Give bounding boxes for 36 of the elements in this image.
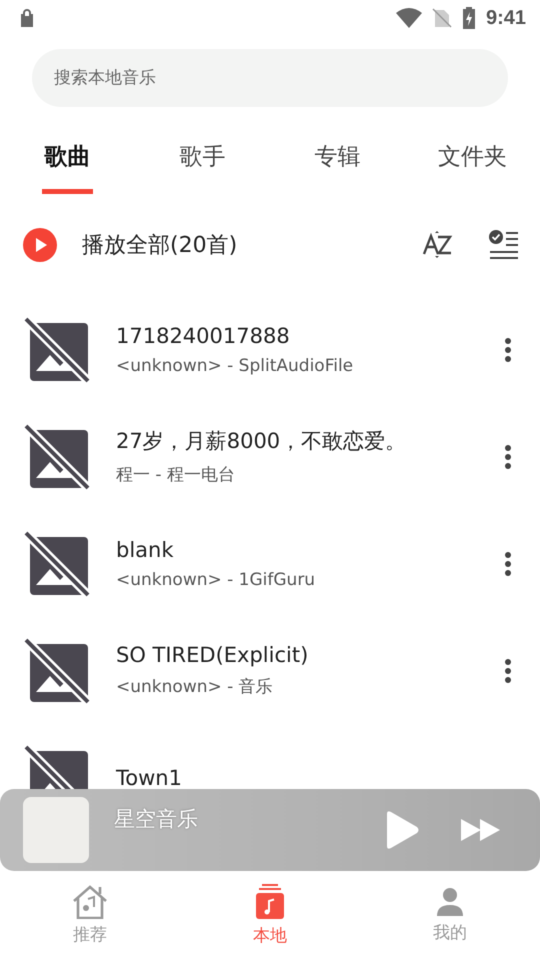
now-playing-title: 星空音乐: [114, 806, 199, 833]
song-title[interactable]: 1718240017888: [116, 324, 504, 348]
no-image-icon: [24, 530, 90, 596]
song-artist: <unknown> - 音乐: [116, 676, 274, 698]
song-title[interactable]: SO TIRED(Explicit): [116, 643, 504, 667]
battery-icon: [462, 7, 476, 29]
music-folder-icon: [255, 884, 285, 920]
no-image-icon: [24, 424, 90, 490]
more-icon[interactable]: [504, 658, 512, 684]
song-artist: <unknown> - SplitAudioFile: [116, 356, 354, 376]
song-title[interactable]: blank: [116, 538, 504, 562]
multi-select-icon[interactable]: [488, 229, 520, 261]
wifi-icon: [396, 8, 422, 28]
sort-icon[interactable]: [422, 230, 454, 260]
clock-time: 9:41: [486, 6, 526, 30]
album-cover: [23, 797, 89, 863]
search-field[interactable]: 搜索本地音乐: [32, 49, 508, 107]
tab[interactable]: 文件夹: [405, 127, 540, 194]
home-icon: [71, 885, 109, 919]
tab[interactable]: 专辑: [270, 127, 405, 194]
tab[interactable]: 歌曲: [0, 127, 135, 194]
more-icon[interactable]: [504, 550, 512, 576]
play-all-icon[interactable]: [22, 227, 58, 263]
lock-icon: [20, 9, 34, 27]
song-artist: 程一 - 程一电台: [116, 464, 236, 486]
more-icon[interactable]: [504, 444, 512, 470]
no-image-icon: [24, 316, 90, 382]
person-icon: [436, 887, 464, 917]
more-icon[interactable]: [504, 336, 512, 362]
tab[interactable]: 歌手: [135, 127, 270, 194]
song-title[interactable]: Town1: [116, 766, 512, 790]
song-title[interactable]: 27岁，月薪8000，不敢恋爱。: [116, 427, 504, 455]
song-artist: <unknown> - 1GifGuru: [116, 570, 316, 590]
play-all-label[interactable]: 播放全部(20首): [82, 230, 422, 260]
no-sim-icon: [432, 8, 452, 28]
no-image-icon: [24, 638, 90, 704]
